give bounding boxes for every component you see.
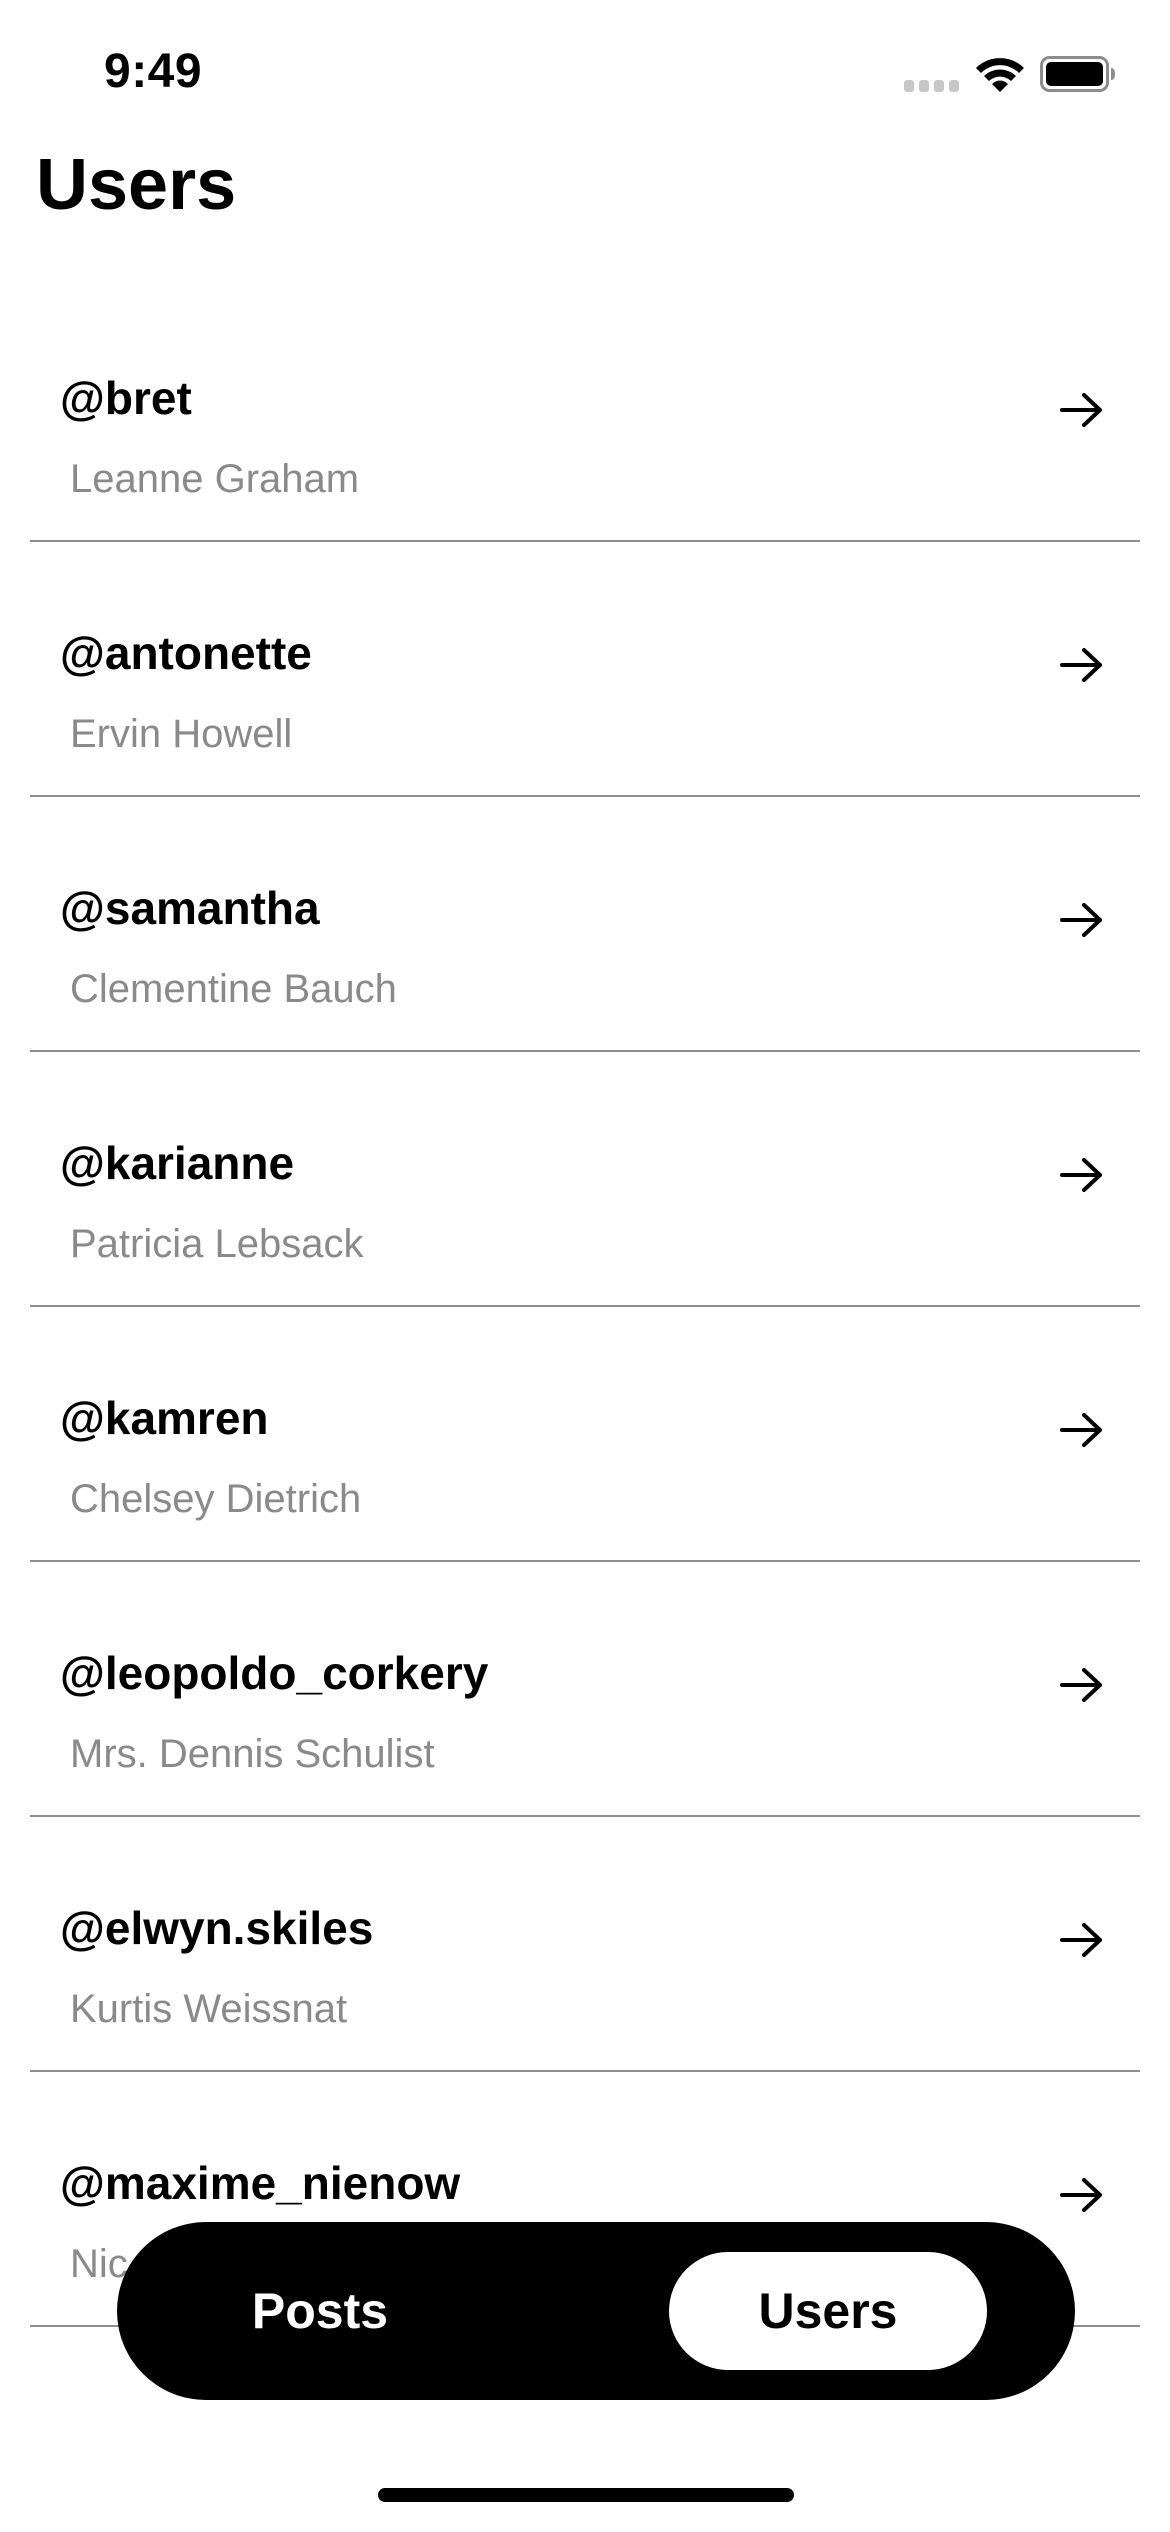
status-bar: 9:49	[0, 0, 1170, 140]
user-username: @samantha	[60, 882, 320, 934]
arrow-right-icon[interactable]	[1058, 1410, 1106, 1450]
arrow-right-icon[interactable]	[1058, 1155, 1106, 1195]
battery-icon	[1040, 56, 1115, 92]
user-full-name: Mrs. Dennis Schulist	[70, 1732, 435, 1776]
arrow-right-icon[interactable]	[1058, 645, 1106, 685]
divider	[30, 1050, 1140, 1052]
home-indicator	[378, 2488, 794, 2502]
user-username: @elwyn.skiles	[60, 1902, 374, 1954]
list-item[interactable]: @leopoldo_corkery Mrs. Dennis Schulist	[0, 1575, 1170, 1830]
page-title: Users	[36, 145, 237, 225]
divider	[30, 1815, 1140, 1817]
signal-icon	[904, 80, 959, 92]
user-full-name: Chelsey Dietrich	[70, 1477, 362, 1521]
user-username: @bret	[60, 372, 192, 424]
user-username: @antonette	[60, 627, 312, 679]
divider	[30, 1305, 1140, 1307]
list-item[interactable]: @karianne Patricia Lebsack	[0, 1065, 1170, 1320]
list-item[interactable]: @elwyn.skiles Kurtis Weissnat	[0, 1830, 1170, 2085]
divider	[30, 540, 1140, 542]
arrow-right-icon[interactable]	[1058, 1665, 1106, 1705]
user-username: @maxime_nienow	[60, 2157, 461, 2209]
divider	[30, 2070, 1140, 2072]
tab-users[interactable]: Users	[669, 2252, 987, 2370]
user-username: @leopoldo_corkery	[60, 1647, 489, 1699]
user-list: @bret Leanne Graham @antonette Ervin Howell…	[0, 300, 1170, 2340]
user-full-name: Kurtis Weissnat	[70, 1987, 348, 2031]
list-item[interactable]: @bret Leanne Graham	[0, 300, 1170, 555]
list-item[interactable]: @antonette Ervin Howell	[0, 555, 1170, 810]
divider	[30, 1560, 1140, 1562]
list-item[interactable]: @kamren Chelsey Dietrich	[0, 1320, 1170, 1575]
status-time: 9:49	[104, 45, 203, 98]
divider	[30, 795, 1140, 797]
wifi-icon	[976, 58, 1024, 92]
tab-posts[interactable]: Posts	[165, 2252, 475, 2370]
arrow-right-icon[interactable]	[1058, 1920, 1106, 1960]
user-full-name: Leanne Graham	[70, 457, 360, 501]
list-item[interactable]: @samantha Clementine Bauch	[0, 810, 1170, 1065]
arrow-right-icon[interactable]	[1058, 390, 1106, 430]
user-username: @kamren	[60, 1392, 269, 1444]
user-full-name: Clementine Bauch	[70, 967, 397, 1011]
tab-bar: Posts Users	[117, 2222, 1075, 2400]
user-full-name: Patricia Lebsack	[70, 1222, 364, 1266]
arrow-right-icon[interactable]	[1058, 900, 1106, 940]
user-full-name: Ervin Howell	[70, 712, 293, 756]
arrow-right-icon[interactable]	[1058, 2175, 1106, 2215]
user-username: @karianne	[60, 1137, 295, 1189]
user-full-name: Nic	[70, 2242, 128, 2286]
